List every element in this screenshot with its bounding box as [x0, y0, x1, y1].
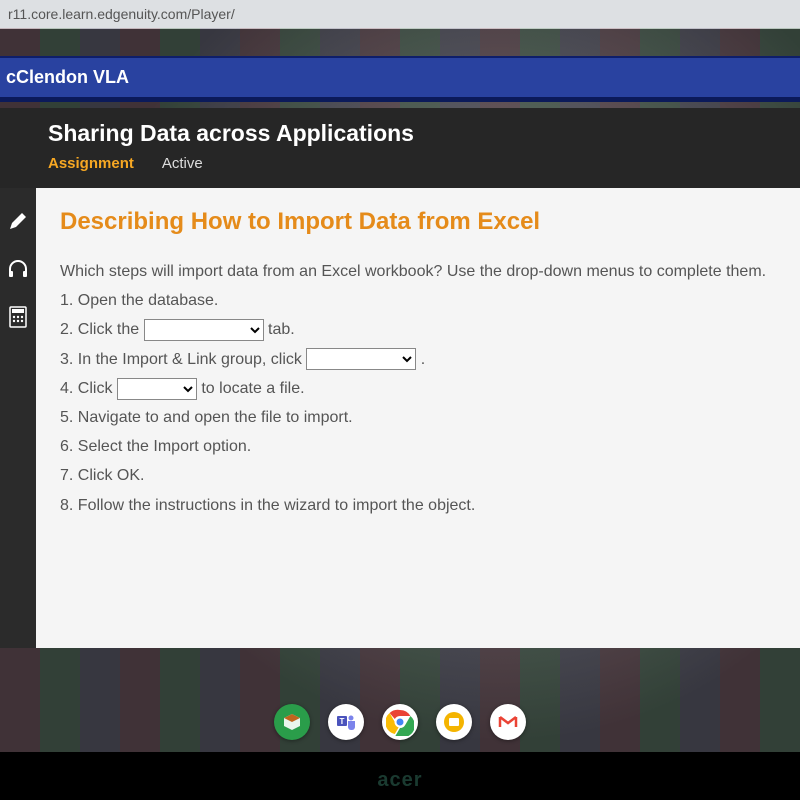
headphones-icon[interactable] [5, 256, 31, 282]
step-5: 5. Navigate to and open the file to impo… [60, 404, 776, 431]
step-3-pre: 3. In the Import & Link group, click [60, 351, 306, 368]
step-6: 6. Select the Import option. [60, 433, 776, 460]
tab-active-status[interactable]: Active [162, 155, 203, 172]
content-panel: Describing How to Import Data from Excel… [36, 188, 800, 648]
content-intro: Which steps will import data from an Exc… [60, 258, 776, 285]
step-2-post: tab. [268, 321, 295, 338]
step-4: 4. Click to locate a file. [60, 375, 776, 402]
lesson-title: Sharing Data across Applications [48, 120, 780, 147]
school-banner: cClendon VLA [0, 56, 800, 102]
tab-assignment[interactable]: Assignment [48, 155, 134, 172]
side-toolbar [0, 188, 36, 648]
content-heading: Describing How to Import Data from Excel [60, 208, 776, 236]
gmail-app-icon[interactable] [490, 704, 526, 740]
lesson-header: Sharing Data across Applications Assignm… [0, 108, 800, 188]
content-body: Which steps will import data from an Exc… [60, 258, 776, 519]
dropdown-locate[interactable] [117, 378, 197, 400]
step-3: 3. In the Import & Link group, click . [60, 346, 776, 373]
slides-app-icon[interactable] [436, 704, 472, 740]
step-8: 8. Follow the instructions in the wizard… [60, 492, 776, 519]
teams-app-icon[interactable]: T [328, 704, 364, 740]
device-bezel: acer [0, 752, 800, 800]
school-name: cClendon VLA [6, 67, 129, 88]
step-7: 7. Click OK. [60, 462, 776, 489]
lesson-tabs: Assignment Active [48, 155, 780, 172]
pencil-icon[interactable] [5, 208, 31, 234]
step-2-pre: 2. Click the [60, 321, 144, 338]
step-4-post: to locate a file. [201, 380, 304, 397]
chrome-app-icon[interactable] [382, 704, 418, 740]
dropdown-tab[interactable] [144, 319, 264, 341]
device-brand-logo: acer [377, 769, 422, 792]
url-text: r11.core.learn.edgenuity.com/Player/ [8, 6, 235, 22]
svg-text:T: T [340, 717, 345, 726]
browser-address-bar[interactable]: r11.core.learn.edgenuity.com/Player/ [0, 0, 800, 29]
chromebook-shelf: T [0, 704, 800, 740]
step-2: 2. Click the tab. [60, 316, 776, 343]
box-app-icon[interactable] [274, 704, 310, 740]
step-4-pre: 4. Click [60, 380, 117, 397]
calculator-icon[interactable] [5, 304, 31, 330]
step-3-post: . [421, 351, 425, 368]
step-1: 1. Open the database. [60, 287, 776, 314]
dropdown-import-link[interactable] [306, 348, 416, 370]
